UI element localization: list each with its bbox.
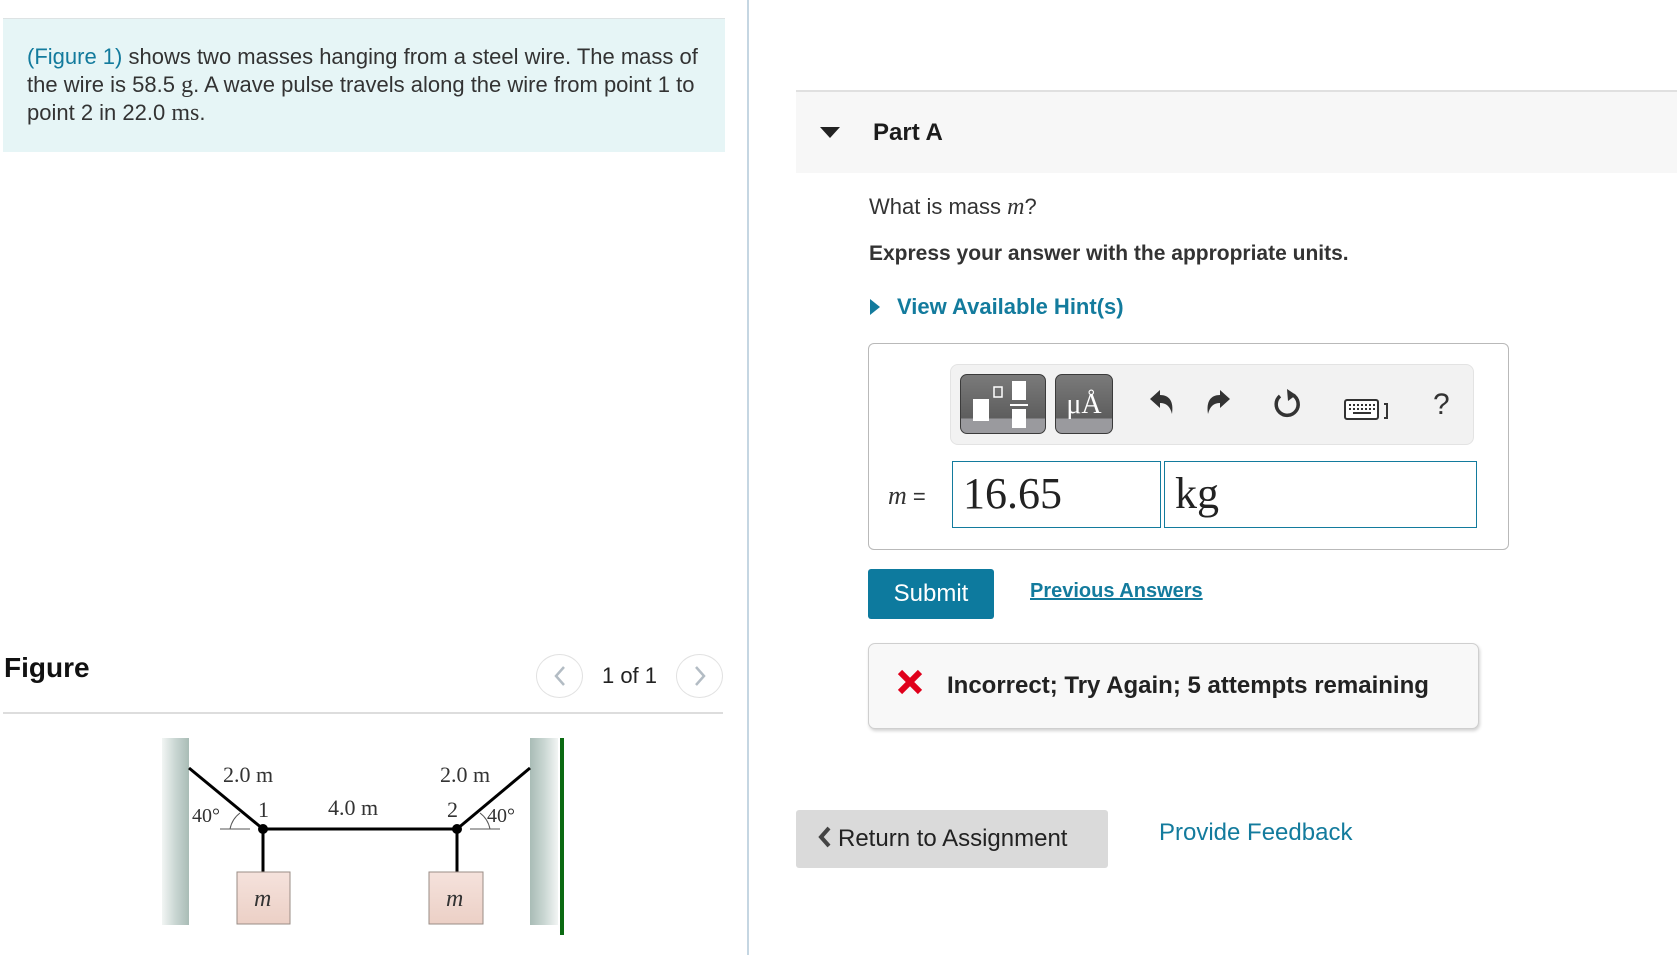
point-2-node: [452, 824, 462, 834]
collapse-triangle-icon: [820, 127, 840, 138]
figure-pager: 1 of 1: [536, 654, 723, 698]
figure-link[interactable]: (Figure 1): [27, 44, 122, 69]
chevron-left-icon: [818, 824, 832, 855]
help-button[interactable]: ?: [1433, 387, 1450, 423]
keyboard-icon: [1344, 399, 1388, 420]
right-wall: [530, 738, 558, 925]
question-prefix: What is mass: [869, 194, 1008, 219]
figure-diagram: 2.0 m 4.0 m 2.0 m 40° 40° 1 2 m m: [162, 738, 564, 935]
expand-triangle-icon: [870, 299, 880, 315]
right-mass-label: m: [446, 886, 463, 912]
view-hints-label: View Available Hint(s): [897, 294, 1124, 319]
question-text: What is mass m?: [869, 194, 1037, 221]
part-title: Part A: [873, 118, 943, 146]
left-mass-label: m: [254, 886, 271, 912]
undo-icon: [1150, 390, 1173, 414]
answer-instructions: Express your answer with the appropriate…: [869, 242, 1349, 265]
left-segment-length: 2.0 m: [223, 762, 273, 787]
fraction-template-icon: [973, 381, 1028, 428]
redo-button[interactable]: [1203, 387, 1233, 426]
feedback-text: Incorrect; Try Again; 5 attempts remaini…: [947, 672, 1429, 699]
redo-icon: [1207, 390, 1230, 414]
chevron-right-icon: [694, 666, 706, 686]
feedback-message-box: Incorrect; Try Again; 5 attempts remaini…: [868, 643, 1479, 729]
right-angle-label: 40°: [487, 805, 515, 827]
middle-segment-length: 4.0 m: [328, 795, 378, 820]
chevron-left-icon: [553, 666, 565, 686]
part-a-header[interactable]: Part A: [796, 90, 1677, 173]
incorrect-x-icon: [897, 669, 923, 703]
figure-divider: [3, 712, 723, 714]
next-figure-button[interactable]: [676, 654, 723, 698]
left-angle-label: 40°: [192, 805, 220, 827]
point-2-label: 2: [447, 797, 458, 822]
submit-button[interactable]: Submit: [868, 569, 994, 619]
intro-text-part: .: [199, 100, 206, 125]
problem-statement: (Figure 1) shows two masses hanging from…: [27, 43, 701, 127]
undo-button[interactable]: [1147, 387, 1177, 426]
point-1-label: 1: [258, 797, 269, 822]
view-hints-toggle[interactable]: View Available Hint(s): [870, 294, 1124, 320]
figure-page-count: 1 of 1: [601, 663, 658, 688]
left-angle-arc: [229, 812, 241, 830]
answer-value-input[interactable]: 16.65: [952, 461, 1161, 528]
figure-frame-edge: [560, 738, 564, 935]
reset-button[interactable]: [1272, 387, 1304, 430]
question-suffix: ?: [1024, 194, 1037, 219]
pane-divider: [747, 0, 749, 955]
unit-grams: g: [181, 72, 194, 98]
unit-milliseconds: ms: [171, 100, 200, 126]
math-toolbar: μÅ ?: [950, 364, 1474, 445]
reset-icon: [1274, 389, 1300, 418]
problem-intro: (Figure 1) shows two masses hanging from…: [3, 18, 725, 152]
keyboard-button[interactable]: [1344, 395, 1392, 431]
point-1-node: [258, 824, 268, 834]
answer-unit-input[interactable]: kg: [1164, 461, 1477, 528]
equals-sign: =: [906, 484, 926, 509]
question-variable: m: [1007, 194, 1025, 220]
left-wall: [162, 738, 189, 925]
templates-button[interactable]: [960, 374, 1046, 434]
return-to-assignment-button[interactable]: Return to Assignment: [796, 810, 1108, 868]
provide-feedback-link[interactable]: Provide Feedback: [1159, 819, 1352, 847]
answer-variable-label: m =: [888, 481, 926, 511]
figure-heading: Figure: [4, 652, 90, 683]
return-label: Return to Assignment: [838, 825, 1068, 852]
previous-figure-button[interactable]: [536, 654, 583, 698]
previous-answers-link[interactable]: Previous Answers: [1030, 580, 1203, 603]
right-segment-length: 2.0 m: [440, 762, 490, 787]
units-button[interactable]: μÅ: [1055, 374, 1113, 434]
variable-symbol: m: [888, 481, 907, 510]
